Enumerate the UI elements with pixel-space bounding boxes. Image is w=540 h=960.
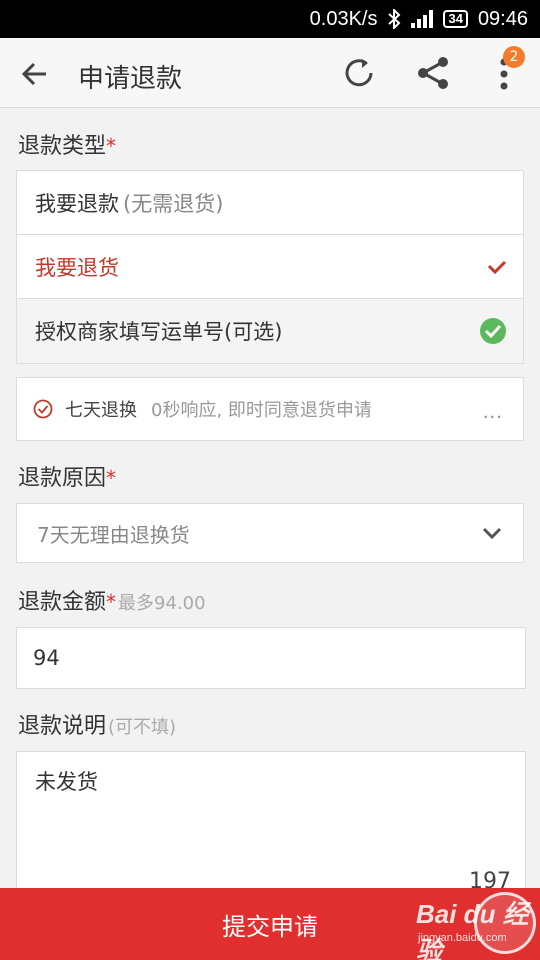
option-return-goods[interactable]: 我要退货	[17, 235, 523, 299]
refund-reason-label: 退款原因*	[18, 466, 117, 491]
service-promise[interactable]: 七天退换 0秒响应, 即时同意退货申请 ...	[16, 377, 524, 441]
promise-name: 七天退换	[65, 400, 137, 421]
required-mark: *	[106, 466, 117, 490]
watermark-logo-text: Bai du 经验	[416, 899, 529, 960]
required-mark: *	[106, 590, 117, 614]
more-dots: ...	[482, 402, 503, 423]
selected-reason: 7天无理由退换货	[37, 522, 190, 547]
max-amount-hint: 最多94.00	[118, 593, 206, 614]
status-bar: 0.03K/s 34 09:46	[0, 0, 540, 38]
clock: 09:46	[477, 7, 528, 30]
page-title: 申请退款	[78, 64, 183, 94]
baidu-jingyan-watermark: Bai du 经验 jingyan.baidu.com	[414, 888, 540, 960]
notification-badge: 2	[503, 46, 525, 68]
refund-explanation-value: 未发货	[35, 770, 98, 794]
chevron-down-icon	[482, 527, 502, 540]
refund-type-options: 我要退款 (无需退货) 我要退货 授权商家填写运单号(可选)	[16, 170, 524, 364]
check-circle-icon[interactable]	[479, 317, 507, 345]
check-circle-outline-icon	[33, 399, 53, 419]
bluetooth-icon	[388, 9, 401, 29]
battery-icon: 34	[443, 10, 468, 28]
checkmark-icon	[487, 260, 507, 274]
optional-hint: (可不填)	[108, 717, 177, 738]
network-speed: 0.03K/s	[309, 7, 378, 30]
refund-amount-label: 退款金额* 最多94.00	[18, 590, 206, 615]
watermark-url: jingyan.baidu.com	[418, 932, 507, 944]
back-arrow-icon[interactable]	[16, 56, 52, 92]
refund-explanation-label: 退款说明 (可不填)	[18, 714, 177, 739]
refresh-icon[interactable]	[340, 54, 378, 92]
share-icon[interactable]	[414, 54, 452, 92]
promise-description: 0秒响应, 即时同意退货申请	[151, 400, 372, 421]
option-authorize-seller-waybill[interactable]: 授权商家填写运单号(可选)	[17, 299, 523, 363]
required-mark: *	[106, 134, 117, 158]
option-refund-only[interactable]: 我要退款 (无需退货)	[17, 171, 523, 235]
refund-type-label: 退款类型*	[18, 134, 117, 159]
signal-icon	[411, 10, 434, 28]
refund-reason-select[interactable]: 7天无理由退换货	[16, 503, 524, 563]
app-bar: 申请退款	[0, 38, 540, 108]
refund-amount-input[interactable]: 94	[16, 627, 526, 689]
refund-amount-value: 94	[33, 646, 60, 670]
